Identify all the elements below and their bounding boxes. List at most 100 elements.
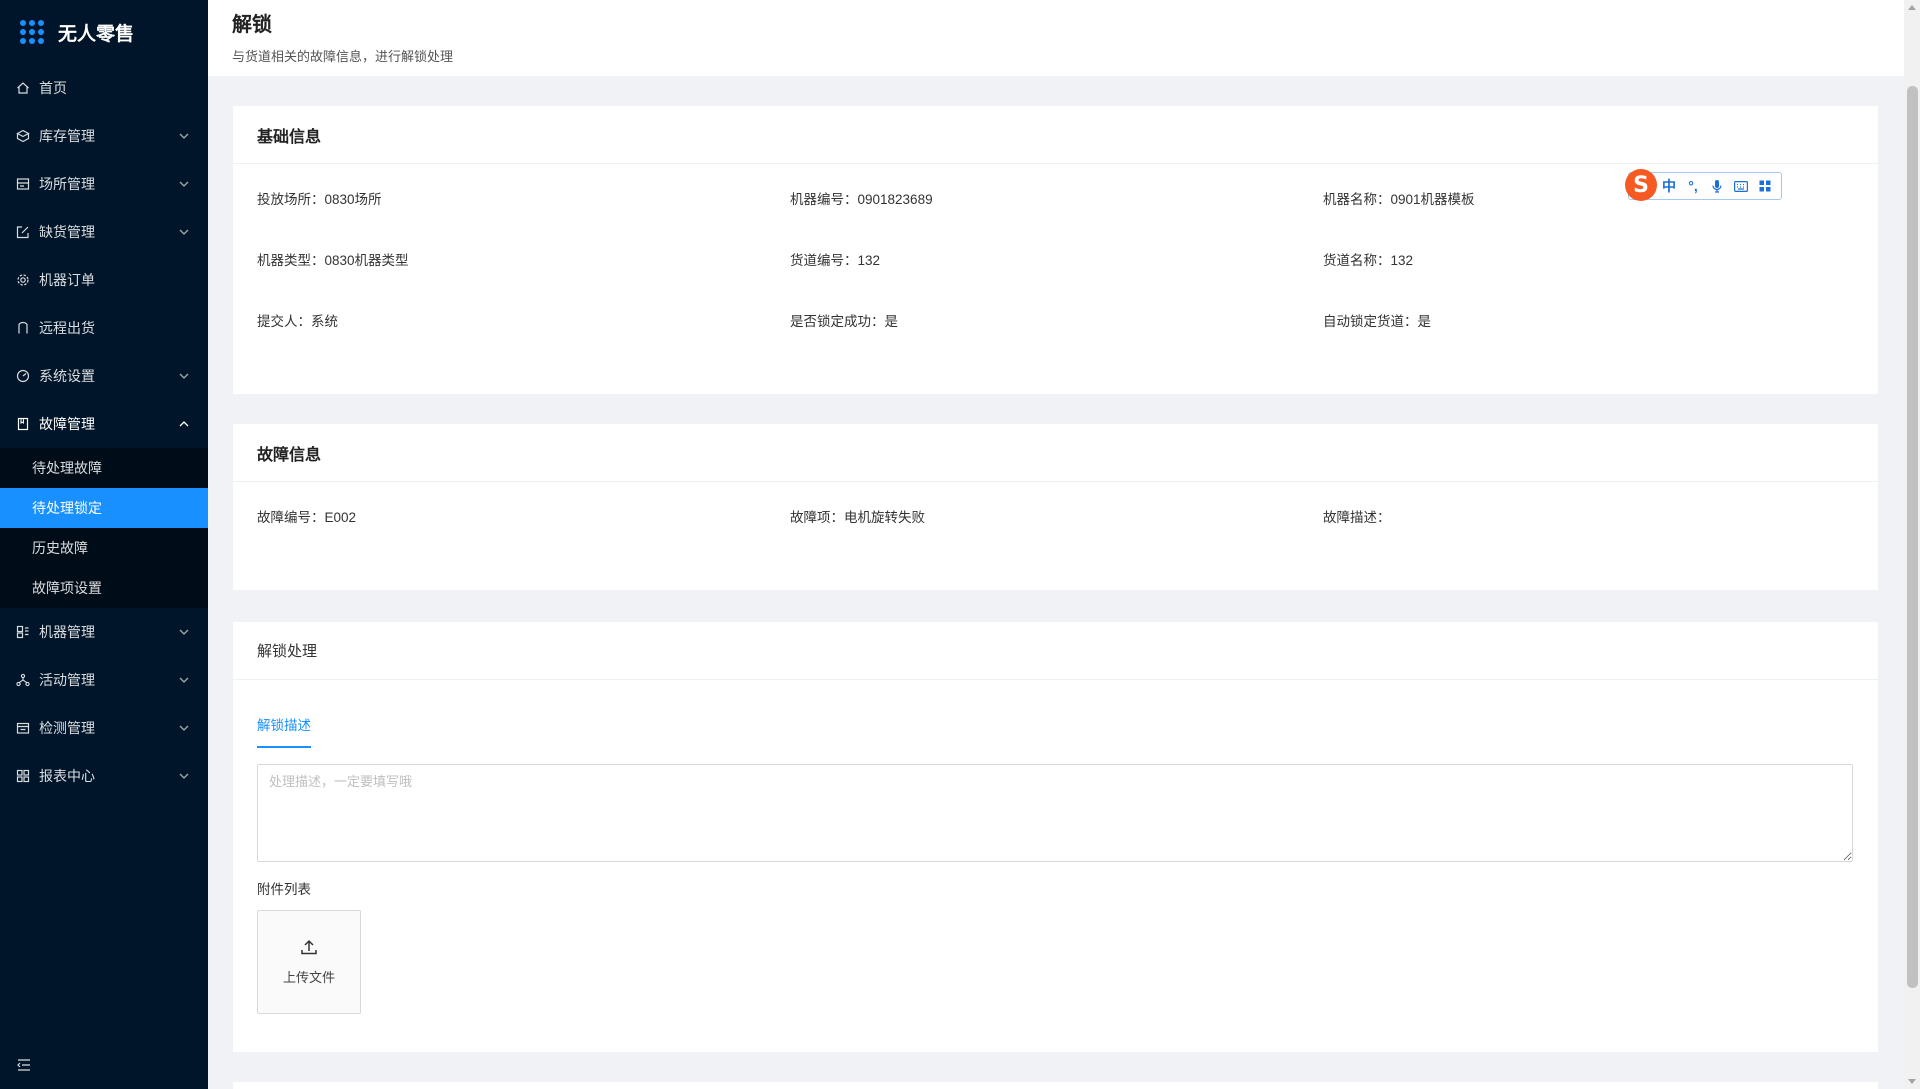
ime-punctuation-toggle[interactable]: °, bbox=[1681, 178, 1705, 194]
sidebar-item-machine-orders[interactable]: 机器订单 bbox=[0, 256, 208, 304]
field-venue: 投放场所：0830场所 bbox=[257, 192, 382, 207]
sidebar-item-label: 报表中心 bbox=[39, 768, 95, 784]
upload-icon bbox=[300, 938, 318, 959]
store-icon bbox=[16, 177, 30, 191]
sidebar-item-label: 故障管理 bbox=[39, 416, 95, 432]
scrollbar-thumb[interactable] bbox=[1907, 86, 1918, 988]
calendar-icon bbox=[16, 721, 30, 735]
scroll-down-arrow-icon[interactable] bbox=[1908, 1079, 1916, 1084]
keyboard-icon[interactable] bbox=[1729, 180, 1753, 192]
sidebar: 无人零售 首页 库存管理 场所管理 缺货管理 机器订单 远程出货 系统设置 故障… bbox=[0, 0, 208, 1089]
field-lane-name: 货道名称：132 bbox=[1323, 253, 1414, 268]
field-fault-code: 故障编号：E002 bbox=[257, 510, 357, 525]
fault-submenu: 待处理故障 待处理锁定 历史故障 故障项设置 bbox=[0, 448, 208, 608]
chevron-down-icon bbox=[178, 722, 190, 734]
grid-icon bbox=[16, 769, 30, 783]
edit-icon bbox=[16, 225, 30, 239]
sidebar-menu: 首页 库存管理 场所管理 缺货管理 机器订单 远程出货 系统设置 故障管理 待处… bbox=[0, 64, 208, 800]
chevron-down-icon bbox=[178, 370, 190, 382]
chevron-down-icon bbox=[178, 770, 190, 782]
microphone-icon[interactable] bbox=[1705, 179, 1729, 193]
field-lane-number: 货道编号：132 bbox=[790, 253, 881, 268]
upload-file-label: 上传文件 bbox=[282, 970, 335, 985]
branch-icon bbox=[16, 673, 30, 687]
sidebar-item-label: 系统设置 bbox=[39, 368, 95, 384]
sidebar-item-label: 首页 bbox=[39, 80, 67, 96]
basic-info-row-2: 机器类型：0830机器类型 货道编号：132 货道名称：132 bbox=[233, 249, 1878, 269]
chevron-down-icon bbox=[178, 674, 190, 686]
app-grid-icon bbox=[20, 20, 44, 44]
unlock-card: 解锁处理 解锁描述 附件列表 上传文件 bbox=[233, 622, 1878, 1052]
dashboard-icon bbox=[16, 369, 30, 383]
ime-toolbar[interactable]: S 中 °, bbox=[1625, 169, 1782, 201]
menu-fold-icon[interactable] bbox=[16, 1057, 32, 1073]
chevron-down-icon bbox=[178, 626, 190, 638]
user-icon bbox=[16, 321, 30, 335]
sidebar-subitem-fault-history[interactable]: 历史故障 bbox=[0, 528, 208, 568]
sidebar-item-inventory[interactable]: 库存管理 bbox=[0, 112, 208, 160]
toolbox-icon[interactable] bbox=[1753, 180, 1777, 192]
app-logo[interactable]: 无人零售 bbox=[0, 0, 208, 64]
sidebar-item-inspection-management[interactable]: 检测管理 bbox=[0, 704, 208, 752]
field-fault-item: 故障项：电机旋转失败 bbox=[790, 510, 925, 525]
upload-file-button[interactable]: 上传文件 bbox=[257, 910, 361, 1014]
app-title: 无人零售 bbox=[58, 23, 135, 45]
sidebar-item-label: 库存管理 bbox=[39, 128, 95, 144]
sidebar-subitem-pending-faults[interactable]: 待处理故障 bbox=[0, 448, 208, 488]
next-card-edge bbox=[233, 1082, 1878, 1089]
sidebar-item-label: 检测管理 bbox=[39, 720, 95, 736]
unlock-title: 解锁处理 bbox=[233, 622, 1878, 680]
basic-info-row-3: 提交人：系统 是否锁定成功：是 自动锁定货道：是 bbox=[233, 310, 1878, 330]
tab-unlock-description[interactable]: 解锁描述 bbox=[257, 714, 311, 748]
basic-info-card: 基础信息 投放场所：0830场所 机器编号：0901823689 机器名称：09… bbox=[233, 106, 1878, 394]
sidebar-item-home[interactable]: 首页 bbox=[0, 64, 208, 112]
main-content: 解锁 与货道相关的故障信息，进行解锁处理 基础信息 投放场所：0830场所 机器… bbox=[208, 0, 1904, 1089]
sidebar-item-stockout[interactable]: 缺货管理 bbox=[0, 208, 208, 256]
basic-info-title: 基础信息 bbox=[233, 106, 1878, 164]
unlock-tabs: 解锁描述 bbox=[257, 714, 311, 748]
unlock-description-input[interactable] bbox=[257, 764, 1853, 862]
sidebar-item-fault-management[interactable]: 故障管理 bbox=[0, 400, 208, 448]
field-lock-success: 是否锁定成功：是 bbox=[790, 314, 898, 329]
chevron-down-icon bbox=[178, 130, 190, 142]
field-machine-name: 机器名称：0901机器模板 bbox=[1323, 192, 1475, 207]
cube-icon bbox=[16, 129, 30, 143]
page-description: 与货道相关的故障信息，进行解锁处理 bbox=[232, 49, 454, 64]
sidebar-item-venue[interactable]: 场所管理 bbox=[0, 160, 208, 208]
scroll-up-arrow-icon[interactable] bbox=[1908, 5, 1916, 10]
sidebar-subitem-fault-item-settings[interactable]: 故障项设置 bbox=[0, 568, 208, 608]
sidebar-item-label: 活动管理 bbox=[39, 672, 95, 688]
field-fault-description: 故障描述： bbox=[1323, 510, 1391, 525]
ime-mode-toggle[interactable]: 中 bbox=[1657, 176, 1681, 196]
sidebar-item-report-center[interactable]: 报表中心 bbox=[0, 752, 208, 800]
fault-info-title: 故障信息 bbox=[233, 424, 1878, 482]
sidebar-item-activity-management[interactable]: 活动管理 bbox=[0, 656, 208, 704]
machine-icon bbox=[16, 625, 30, 639]
sidebar-item-label: 机器管理 bbox=[39, 624, 95, 640]
attachment-list-label: 附件列表 bbox=[257, 882, 311, 897]
field-auto-lock-lane: 自动锁定货道：是 bbox=[1323, 314, 1431, 329]
home-icon bbox=[16, 81, 30, 95]
field-submitter: 提交人：系统 bbox=[257, 314, 338, 329]
sidebar-item-remote-delivery[interactable]: 远程出货 bbox=[0, 304, 208, 352]
sidebar-item-system-settings[interactable]: 系统设置 bbox=[0, 352, 208, 400]
sidebar-item-label: 缺货管理 bbox=[39, 224, 95, 240]
fault-info-row: 故障编号：E002 故障项：电机旋转失败 故障描述： bbox=[233, 506, 1878, 526]
fault-info-card: 故障信息 故障编号：E002 故障项：电机旋转失败 故障描述： bbox=[233, 424, 1878, 590]
ime-logo-icon[interactable]: S bbox=[1625, 169, 1657, 201]
book-icon bbox=[16, 417, 30, 431]
settings-icon bbox=[16, 273, 30, 287]
page-title: 解锁 bbox=[232, 14, 272, 36]
chevron-down-icon bbox=[178, 226, 190, 238]
field-machine-number: 机器编号：0901823689 bbox=[790, 192, 933, 207]
chevron-up-icon bbox=[178, 418, 190, 430]
sidebar-item-machine-management[interactable]: 机器管理 bbox=[0, 608, 208, 656]
sidebar-item-label: 远程出货 bbox=[39, 320, 95, 336]
page-scrollbar[interactable] bbox=[1904, 0, 1920, 1089]
sidebar-item-label: 机器订单 bbox=[39, 272, 95, 288]
page-header: 解锁 与货道相关的故障信息，进行解锁处理 bbox=[208, 0, 1904, 76]
field-machine-type: 机器类型：0830机器类型 bbox=[257, 253, 409, 268]
sidebar-item-label: 场所管理 bbox=[39, 176, 95, 192]
sidebar-subitem-pending-locks[interactable]: 待处理锁定 bbox=[0, 488, 208, 528]
chevron-down-icon bbox=[178, 178, 190, 190]
